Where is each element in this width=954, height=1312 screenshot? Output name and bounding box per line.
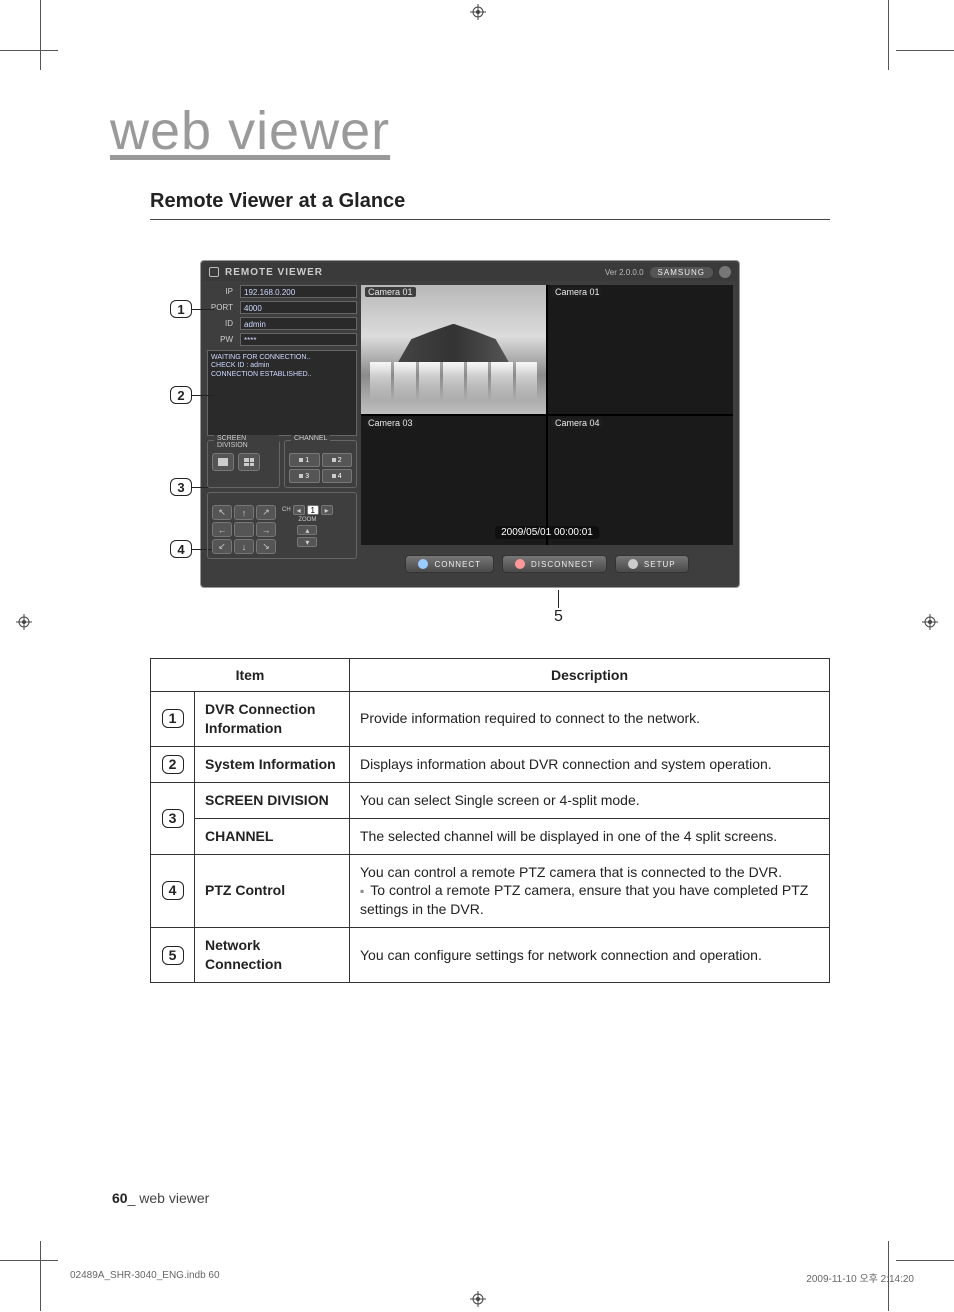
- row-3a-name: SCREEN DIVISION: [195, 782, 350, 818]
- channel-2-button[interactable]: 2: [322, 453, 353, 467]
- callout-3: 3: [170, 478, 192, 496]
- ptz-up-right-button[interactable]: ↗: [256, 505, 276, 520]
- row-5-desc: You can configure settings for network c…: [350, 928, 830, 983]
- gear-icon: [628, 559, 638, 569]
- registration-mark-icon: [470, 1291, 486, 1307]
- ptz-zoom-in-button[interactable]: ▴: [297, 525, 317, 535]
- system-information-log: WAITING FOR CONNECTION.. CHECK ID : admi…: [207, 350, 357, 436]
- camera-2-label: Camera 01: [552, 287, 603, 297]
- callout-2: 2: [170, 386, 192, 404]
- section-title: Remote Viewer at a Glance: [150, 190, 830, 213]
- channel-label: CHANNEL: [291, 435, 330, 442]
- ptz-right-button[interactable]: →: [256, 522, 276, 537]
- camera-3-label: Camera 03: [365, 418, 416, 428]
- row-3-num: 3: [162, 809, 184, 828]
- port-field[interactable]: 4000: [240, 301, 357, 314]
- id-label: ID: [207, 319, 237, 328]
- registration-mark-icon: [16, 614, 32, 630]
- quad-screen-button[interactable]: [238, 453, 260, 471]
- video-grid: Camera 01 Camera 01 Camera 03 Camera 04: [361, 285, 733, 545]
- callout-5: 5: [554, 608, 563, 626]
- row-1-num: 1: [162, 709, 184, 728]
- ptz-ch-next-button[interactable]: ▸: [321, 505, 333, 515]
- window-titlebar: REMOTE VIEWER Ver 2.0.0.0 SAMSUNG: [203, 263, 737, 281]
- row-4-name: PTZ Control: [195, 854, 350, 928]
- ptz-control-panel: ↖ ↑ ↗ ← → ↙ ↓ ↘: [207, 492, 357, 559]
- app-icon: [209, 267, 219, 277]
- camera-feed-image: [361, 285, 546, 414]
- pw-field[interactable]: ****: [240, 333, 357, 346]
- screen-division-panel: SCREEN DIVISION: [207, 440, 280, 488]
- ptz-down-right-button[interactable]: ↘: [256, 539, 276, 554]
- ptz-center-button[interactable]: [234, 522, 254, 537]
- camera-4-label: Camera 04: [552, 418, 603, 428]
- disconnect-icon: [515, 559, 525, 569]
- row-5-name: Network Connection: [195, 928, 350, 983]
- th-item: Item: [151, 659, 350, 692]
- setup-button[interactable]: SETUP: [615, 555, 689, 573]
- ptz-down-left-button[interactable]: ↙: [212, 539, 232, 554]
- version-label: Ver 2.0.0.0: [605, 268, 644, 277]
- brand-logo: SAMSUNG: [650, 267, 713, 278]
- channel-1-button[interactable]: 1: [289, 453, 320, 467]
- print-footer-left: 02489A_SHR-3040_ENG.indb 60: [70, 1270, 220, 1281]
- single-screen-button[interactable]: [212, 453, 234, 471]
- callout-1: 1: [170, 300, 192, 318]
- video-cell-2[interactable]: Camera 01: [548, 285, 733, 414]
- row-5-num: 5: [162, 946, 184, 965]
- th-description: Description: [350, 659, 830, 692]
- quad-screen-icon: [244, 458, 254, 466]
- ptz-left-button[interactable]: ←: [212, 522, 232, 537]
- print-footer-right: 2009-11-10 오후 2:14:20: [806, 1270, 914, 1285]
- page-footer: 60_ web viewer: [112, 1190, 209, 1206]
- video-cell-1[interactable]: Camera 01: [361, 285, 546, 414]
- screen-division-label: SCREEN DIVISION: [214, 435, 279, 449]
- disconnect-button[interactable]: DISCONNECT: [502, 555, 607, 573]
- row-2-name: System Information: [195, 746, 350, 782]
- id-field[interactable]: admin: [240, 317, 357, 330]
- registration-mark-icon: [470, 4, 486, 20]
- callout-4: 4: [170, 540, 192, 558]
- ptz-up-button[interactable]: ↑: [234, 505, 254, 520]
- close-icon[interactable]: [719, 266, 731, 278]
- dvr-connection-info: IP 192.168.0.200 PORT 4000 ID admin PW *…: [207, 285, 357, 346]
- pw-label: PW: [207, 335, 237, 344]
- remote-viewer-app: REMOTE VIEWER Ver 2.0.0.0 SAMSUNG IP 192…: [200, 260, 740, 588]
- registration-mark-icon: [922, 614, 938, 630]
- figure-remote-viewer: 1 2 3 4 5 REMOTE VIEWER Ver 2.0.0.0 SAMS…: [200, 260, 780, 588]
- ptz-zoom-out-button[interactable]: ▾: [297, 537, 317, 547]
- row-2-num: 2: [162, 755, 184, 774]
- ptz-down-button[interactable]: ↓: [234, 539, 254, 554]
- camera-1-label: Camera 01: [365, 287, 416, 297]
- description-table: Item Description 1 DVR Connection Inform…: [150, 658, 830, 983]
- note-bullet-icon: ▪: [360, 884, 364, 898]
- video-timestamp: 2009/05/01 00:00:01: [495, 526, 599, 539]
- row-2-desc: Displays information about DVR connectio…: [350, 746, 830, 782]
- row-4-desc: You can control a remote PTZ camera that…: [350, 854, 830, 928]
- ptz-up-left-button[interactable]: ↖: [212, 505, 232, 520]
- row-3a-desc: You can select Single screen or 4-split …: [350, 782, 830, 818]
- connect-icon: [418, 559, 428, 569]
- ptz-ch-value: 1: [307, 505, 319, 515]
- channel-4-button[interactable]: 4: [322, 469, 353, 483]
- single-screen-icon: [218, 458, 228, 466]
- ptz-ch-label: CH: [282, 507, 291, 513]
- connect-button[interactable]: CONNECT: [405, 555, 494, 573]
- row-1-name: DVR Connection Information: [195, 692, 350, 747]
- ptz-zoom-label: ZOOM: [298, 517, 316, 523]
- section-rule: [150, 219, 830, 220]
- row-4-num: 4: [162, 881, 184, 900]
- network-connection-bar: CONNECT DISCONNECT SETUP: [361, 547, 733, 581]
- row-3b-name: CHANNEL: [195, 818, 350, 854]
- row-1-desc: Provide information required to connect …: [350, 692, 830, 747]
- ptz-ch-prev-button[interactable]: ◂: [293, 505, 305, 515]
- ip-label: IP: [207, 287, 237, 296]
- chapter-title: web viewer: [110, 100, 830, 162]
- app-title: REMOTE VIEWER: [225, 267, 323, 278]
- ip-field[interactable]: 192.168.0.200: [240, 285, 357, 298]
- channel-panel: CHANNEL 1 2 3 4: [284, 440, 357, 488]
- channel-3-button[interactable]: 3: [289, 469, 320, 483]
- row-3b-desc: The selected channel will be displayed i…: [350, 818, 830, 854]
